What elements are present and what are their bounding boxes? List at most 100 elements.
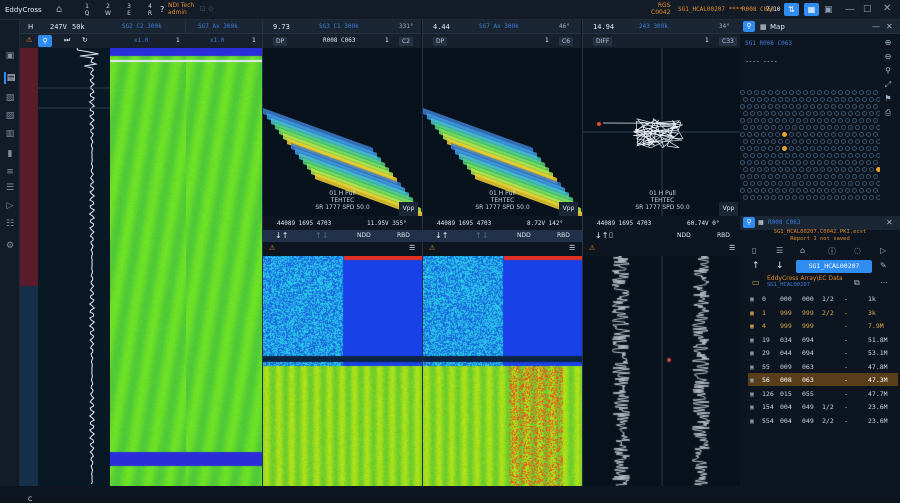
tube-cell[interactable] — [757, 111, 762, 116]
tube-cell[interactable] — [817, 174, 822, 179]
tube-cell[interactable] — [743, 111, 748, 116]
fit-icon[interactable]: ⤢ — [880, 80, 896, 94]
tube-cell[interactable] — [768, 132, 773, 137]
tube-cell[interactable] — [862, 181, 867, 186]
tube-cell[interactable] — [796, 104, 801, 109]
tube-cell[interactable] — [862, 125, 867, 130]
tube-cell[interactable] — [827, 153, 832, 158]
tube-cell[interactable] — [862, 97, 867, 102]
tube-cell[interactable] — [768, 188, 773, 193]
table-row[interactable]: ▣ 4 999 999-7.9M — [748, 319, 898, 332]
tube-cell[interactable] — [754, 90, 759, 95]
tube-cell[interactable] — [838, 174, 843, 179]
tube-cell[interactable] — [803, 174, 808, 179]
tube-cell[interactable] — [824, 104, 829, 109]
ndd-button[interactable]: NDD — [357, 232, 371, 239]
tube-cell[interactable] — [862, 167, 867, 172]
tube-cell[interactable] — [799, 125, 804, 130]
map-footer-pin[interactable]: ⚲ — [743, 217, 755, 228]
tube-cell[interactable] — [834, 125, 839, 130]
up-arrow-icon[interactable]: ↑ — [752, 261, 760, 271]
tube-cell[interactable] — [785, 195, 790, 200]
tube-cell[interactable] — [747, 118, 752, 123]
tube-cell[interactable] — [792, 139, 797, 144]
tube-cell[interactable] — [796, 160, 801, 165]
tube-cell[interactable] — [764, 125, 769, 130]
tube-cell[interactable] — [859, 132, 864, 137]
tube-cell[interactable] — [820, 111, 825, 116]
tube-cell[interactable] — [785, 125, 790, 130]
folder-icon[interactable]: ▭ — [752, 278, 760, 287]
tube-cell[interactable] — [806, 167, 811, 172]
tube-cell[interactable] — [838, 118, 843, 123]
tube-cell[interactable] — [747, 188, 752, 193]
tube-cell[interactable] — [757, 153, 762, 158]
settings-icon[interactable]: ⚙ — [4, 240, 16, 252]
tube-cell[interactable] — [778, 111, 783, 116]
tube-cell[interactable] — [754, 174, 759, 179]
tube-cell[interactable] — [810, 118, 815, 123]
tube-cell[interactable] — [869, 181, 874, 186]
tube-cell[interactable] — [866, 118, 871, 123]
tube-cell[interactable] — [789, 104, 794, 109]
tube-cell[interactable] — [873, 118, 878, 123]
tube-cell[interactable] — [771, 167, 776, 172]
tube-cell[interactable] — [792, 125, 797, 130]
tube-cell[interactable] — [848, 139, 853, 144]
toolbar-button-2[interactable]: 2W — [101, 3, 115, 17]
tube-cell[interactable] — [747, 160, 752, 165]
tube-cell[interactable] — [820, 167, 825, 172]
tube-cell[interactable] — [799, 97, 804, 102]
rotate-icon[interactable]: ↻ — [82, 36, 88, 44]
tube-cell[interactable] — [792, 195, 797, 200]
tube-cell[interactable] — [852, 174, 857, 179]
mode-badge[interactable]: DIFF — [593, 37, 612, 46]
channel-badge[interactable]: C2 — [399, 37, 413, 46]
tube-cell[interactable] — [757, 167, 762, 172]
tube-cell[interactable] — [859, 174, 864, 179]
map-minimize-icon[interactable]: — — [872, 22, 880, 31]
tube-cell[interactable] — [754, 188, 759, 193]
map-close-icon[interactable]: ✕ — [886, 22, 893, 31]
list-icon[interactable]: ☰ — [569, 244, 575, 252]
tube-cell[interactable] — [820, 97, 825, 102]
mode-badge[interactable]: DP — [433, 37, 447, 46]
tube-cell[interactable] — [799, 111, 804, 116]
tube-cell[interactable] — [845, 104, 850, 109]
tube-cell[interactable] — [827, 111, 832, 116]
maximize-icon[interactable]: □ — [863, 4, 872, 14]
tube-cell[interactable] — [845, 132, 850, 137]
tube-cell[interactable] — [761, 188, 766, 193]
tube-cell[interactable] — [859, 188, 864, 193]
tube-cell[interactable] — [817, 90, 822, 95]
tube-cell[interactable] — [778, 167, 783, 172]
tube-cell[interactable] — [806, 97, 811, 102]
tube-cell[interactable] — [750, 139, 755, 144]
tube-cell[interactable] — [747, 90, 752, 95]
tube-cell[interactable] — [768, 160, 773, 165]
pin-icon[interactable]: ⊡ ⊙ — [200, 5, 214, 13]
tube-cell[interactable] — [845, 146, 850, 151]
tube-cell[interactable] — [740, 118, 745, 123]
tube-cell[interactable] — [789, 146, 794, 151]
tube-cell[interactable] — [750, 167, 755, 172]
list-icon[interactable]: ☷ — [4, 218, 16, 230]
tube-cell[interactable] — [743, 97, 748, 102]
tube-cell[interactable] — [824, 132, 829, 137]
ndd-button[interactable]: NDD — [517, 232, 531, 239]
tube-cell[interactable] — [810, 90, 815, 95]
tube-cell[interactable] — [782, 160, 787, 165]
tube-cell[interactable] — [876, 153, 880, 158]
tube-cell[interactable] — [750, 153, 755, 158]
tube-cell[interactable] — [740, 146, 745, 151]
table-row[interactable]: ▣ 1 999 999 2/2-3k — [748, 306, 898, 319]
tube-cell[interactable] — [792, 167, 797, 172]
tube-cell[interactable] — [848, 195, 853, 200]
search-icon[interactable]: ⚲ — [880, 66, 896, 80]
warning-icon[interactable]: ⚠ — [26, 36, 32, 44]
tube-cell[interactable] — [740, 188, 745, 193]
tube-cell[interactable] — [771, 139, 776, 144]
tube-cell[interactable] — [757, 97, 762, 102]
table-row[interactable]: ▣ 56 008 063-47.3M — [748, 373, 898, 386]
rbd-button[interactable]: RBD — [397, 232, 410, 239]
